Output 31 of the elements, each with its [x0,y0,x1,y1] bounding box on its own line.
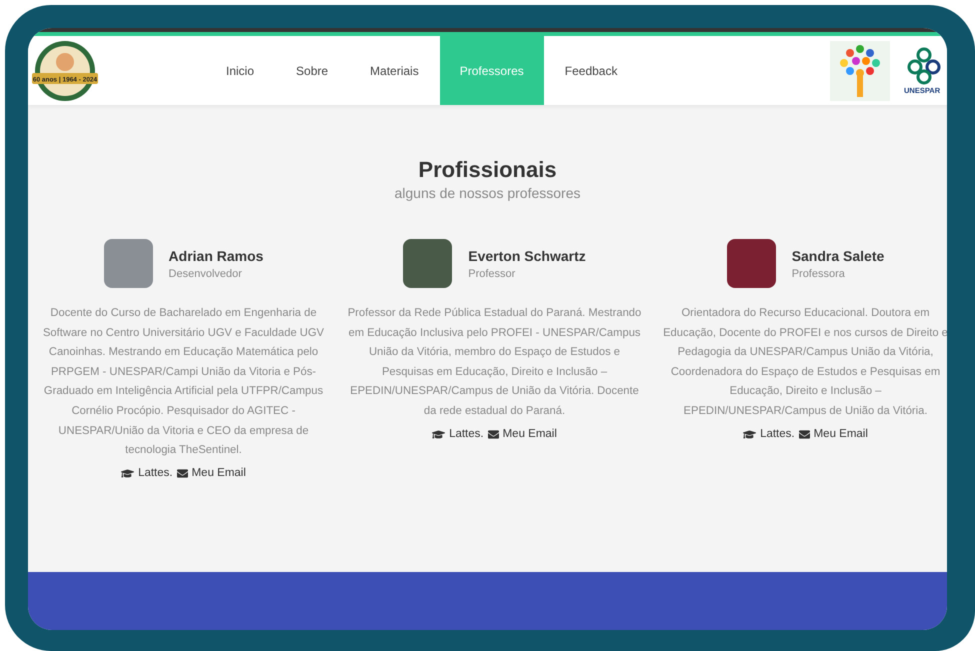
professor-name: Everton Schwartz [468,248,586,264]
photo-placeholder [403,239,452,288]
email-link[interactable]: Meu Email [814,428,868,440]
email-link[interactable]: Meu Email [192,467,246,480]
section-title: Profissionais [417,157,558,183]
professor-name: Adrian Ramos [168,248,264,264]
envelope-icon [176,468,188,479]
professor-name: Sandra Salete [792,248,884,264]
hands-tree-logo [830,40,890,100]
nav-tab[interactable]: Inicio [209,36,272,105]
nav-tab[interactable]: Materiais [353,36,436,105]
lattes-link[interactable]: Lattes. [449,428,484,440]
professor-role: Professora [792,268,846,280]
section-subtitle: alguns de nossos professores [394,185,582,201]
envelope-icon [488,428,499,440]
photo-placeholder [104,239,153,288]
lattes-link[interactable]: Lattes. [760,428,795,440]
envelope-icon [798,428,810,440]
photo-placeholder [726,239,776,288]
professor-bio: Orientadora do Recurso Educacional. Doutora em Educação, Docente do PROFEI e nos cursos de Direito e Pedagogia da UNESPAR/Campus União da Vitória, Coordenadora do Espaço de Estudos e Pesquisas em Educação, Direito e Inclusão – EPEDIN/UNESPAR/Campus de União da Vitória. [662,306,947,419]
nav-tab[interactable]: Feedback [548,36,634,105]
nav-tab[interactable]: Sobre [279,36,346,105]
professor-bio: Professor da Rede Pública Estadual do Paraná. Mestrando em Educação Inclusiva pelo PROFEI - UNESPAR/Campus União da Vitória, membro do Espaço de Estudos e Pesquisas em Educação, Direito e Inclusão – EPEDIN/UNESPAR/Campus de União da Vitória. Docente da rede estadual do Paraná. [347,306,642,419]
email-link[interactable]: Meu Email [502,428,557,440]
graduation-cap-icon [743,428,756,441]
graduation-cap-icon [432,428,446,441]
lattes-link[interactable]: Lattes. [138,467,173,480]
graduation-cap-icon [121,466,134,480]
professor-role: Professor [468,268,516,280]
professor-role: Desenvolvedor [168,268,243,280]
professor-bio: Docente do Curso de Bacharelado em Engenharia de Software no Centro Universitário UGV e Faculdade UGV Canoinhas. Mestrando em Educação Matemática pelo PRPGEM - UNESPAR/Campi União da Vitoria e Pós-Graduado em Inteligência Artificial pela UTFPR/Campus Cornélio Procópio. Pesquisador do AGITEC - UNESPAR/União da Vitoria e CEO da empresa de tecnologia TheSentinel. [42,306,326,458]
